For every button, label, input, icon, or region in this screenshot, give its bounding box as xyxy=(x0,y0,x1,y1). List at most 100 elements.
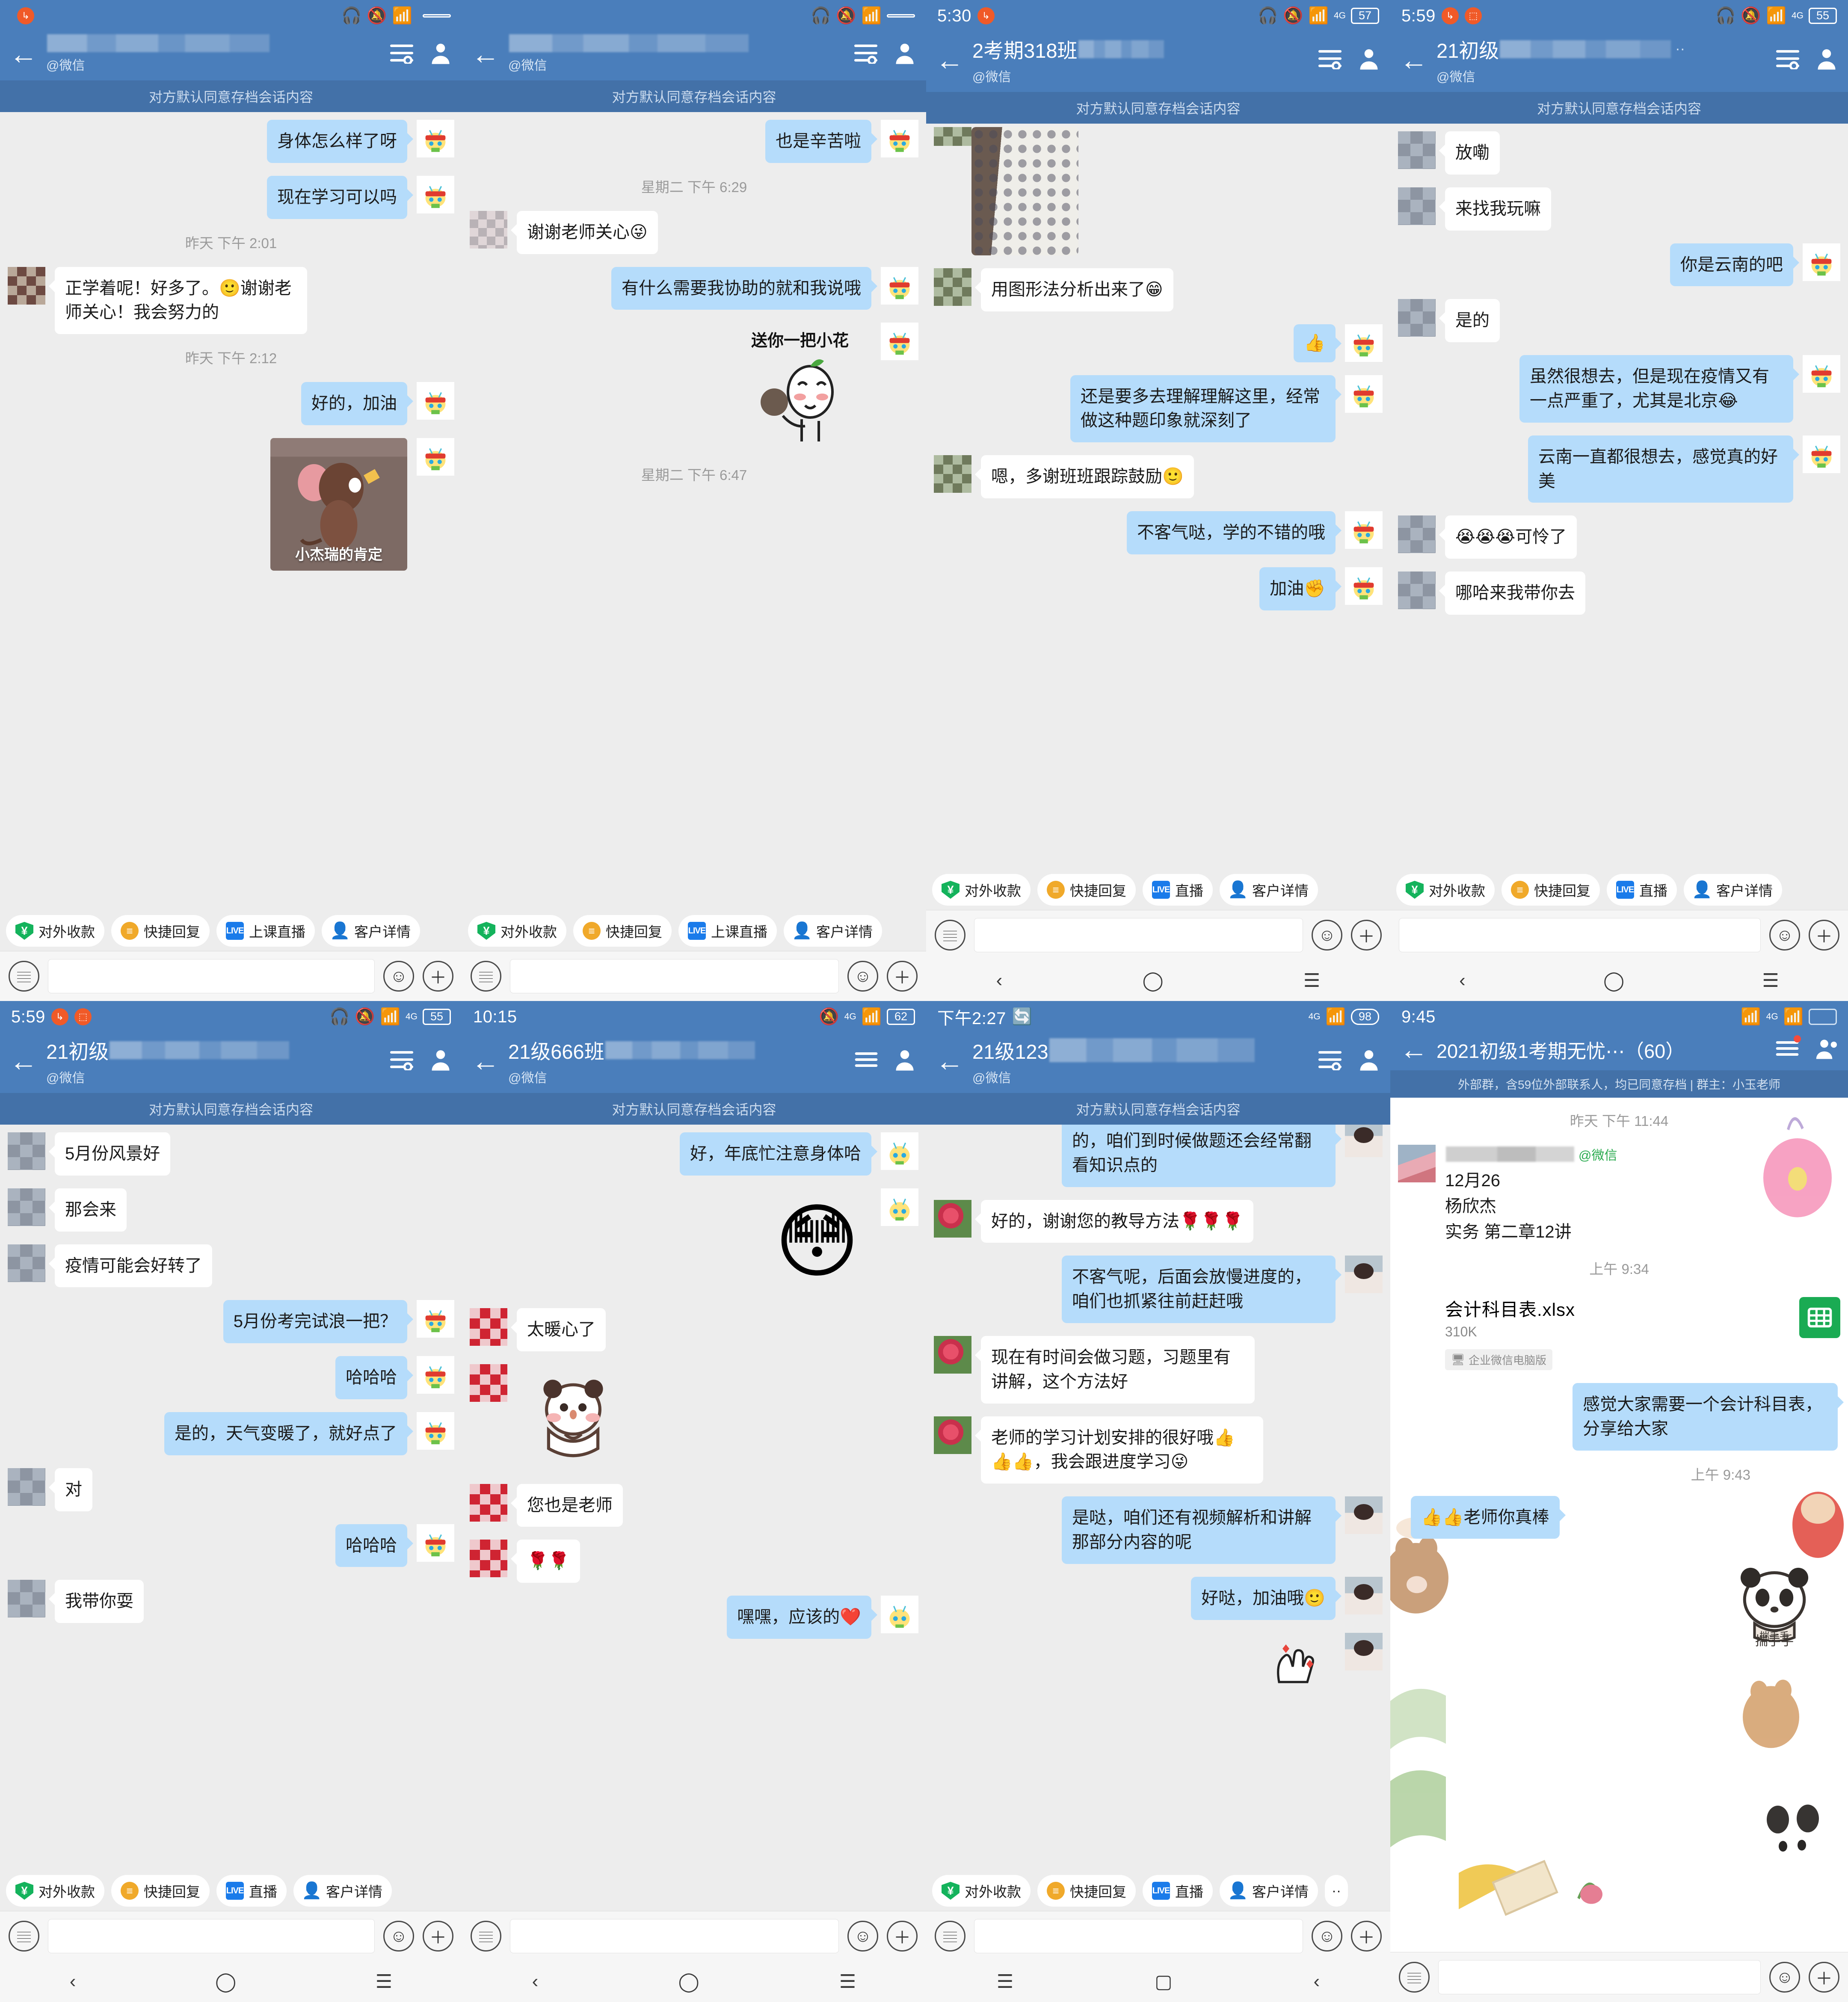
avatar[interactable] xyxy=(881,267,918,305)
message-row[interactable]: 小杰瑞的肯定 xyxy=(8,438,454,571)
message-row[interactable]: 哈哈哈 xyxy=(8,1524,454,1567)
avatar[interactable] xyxy=(1398,572,1436,610)
avatar[interactable] xyxy=(1345,1632,1383,1670)
message-row[interactable]: 也是辛苦啦 xyxy=(470,120,918,163)
quick-action-customer[interactable]: 👤 客户详情 xyxy=(1220,874,1318,906)
voice-input-icon[interactable]: 𝄙 xyxy=(935,920,965,951)
message-bubble[interactable]: 好的，谢谢您的教导方法🌹🌹🌹 xyxy=(974,1199,1254,1243)
message-row[interactable] xyxy=(934,1632,1383,1688)
quick-action-live[interactable]: LIVE 直播 xyxy=(1607,874,1677,906)
nav-home-icon[interactable]: ◯ xyxy=(678,1971,699,1993)
nav-recents-icon[interactable]: ☰ xyxy=(839,1971,856,1993)
android-navbar-3[interactable]: ‹ ◯ ☰ xyxy=(926,960,1390,1001)
message-row[interactable] xyxy=(470,1364,918,1471)
message-bubble[interactable]: 的，咱们到时候做题还会经常翻看知识点的 xyxy=(1062,1125,1342,1187)
quick-action-customer[interactable]: 👤 客户详情 xyxy=(322,915,420,947)
back-button[interactable]: ← xyxy=(9,40,43,68)
avatar[interactable] xyxy=(934,268,971,306)
avatar[interactable] xyxy=(1345,511,1383,549)
emoji-icon[interactable]: ☺ xyxy=(383,961,414,992)
avatar[interactable] xyxy=(417,438,454,476)
input-bar-5[interactable]: 𝄙 ☺ ＋ xyxy=(0,1911,462,1961)
message-row[interactable]: 会计科目表.xlsx 310K 🖥 企业微信电脑版 xyxy=(1398,1293,1840,1370)
avatar[interactable] xyxy=(881,1132,918,1170)
quick-action-pay[interactable]: ¥ 对外收款 xyxy=(932,874,1031,906)
message-card[interactable]: @微信 12月26 杨欣杰 实务 第二章12讲 xyxy=(1445,1145,1617,1245)
quick-action-live[interactable]: LIVE 直播 xyxy=(216,1875,287,1907)
quick-action-live[interactable]: LIVE 上课直播 xyxy=(678,915,777,947)
avatar[interactable] xyxy=(8,267,45,305)
message-bubble[interactable]: 身体怎么样了呀 xyxy=(267,120,413,163)
message-bubble[interactable]: 云南一直都很想去，感觉真的好美 xyxy=(1528,435,1799,503)
message-input[interactable] xyxy=(48,1919,375,1953)
message-row[interactable]: 5月份风景好 xyxy=(8,1132,454,1176)
message-row[interactable]: 是的 xyxy=(1398,299,1840,343)
input-bar-8[interactable]: 𝄙 ☺ ＋ xyxy=(1390,1952,1848,2002)
avatar[interactable] xyxy=(8,1188,45,1226)
avatar[interactable] xyxy=(417,120,454,157)
quick-action-customer[interactable]: 👤 客户详情 xyxy=(293,1875,392,1907)
message-row[interactable]: 云南一直都很想去，感觉真的好美 xyxy=(1398,435,1840,503)
input-bar-4[interactable]: ☺ ＋ xyxy=(1390,910,1848,960)
quick-action-bar-3[interactable]: ¥ 对外收款 ≡ 快捷回复 LIVE 直播 👤 客户详情 xyxy=(926,868,1390,910)
message-bubble[interactable]: 好哒，加油哦🙂 xyxy=(1191,1576,1342,1620)
message-bubble[interactable]: 有什么需要我协助的就和我说哦 xyxy=(611,267,877,310)
message-row[interactable]: 用图形法分析出来了😁 xyxy=(934,268,1383,311)
avatar[interactable] xyxy=(1345,1576,1383,1614)
quick-action-pay[interactable]: ¥ 对外收款 xyxy=(932,1875,1031,1907)
message-row[interactable]: 太暖心了 xyxy=(470,1308,918,1351)
photo-message[interactable] xyxy=(971,127,1078,255)
nav-home-icon[interactable]: ▢ xyxy=(1155,1971,1173,1993)
message-row[interactable]: 不客气哒，学的不错的哦 xyxy=(934,511,1383,554)
message-bubble[interactable]: 老师的学习计划安排的很好哦👍👍👍，我会跟进度学习😜 xyxy=(975,1416,1263,1484)
message-row[interactable]: 还是要多去理解理解这里，经常做这种题印象就深刻了 xyxy=(934,375,1383,443)
file-card[interactable]: 会计科目表.xlsx 310K xyxy=(1445,1293,1840,1342)
message-row[interactable]: 你是云南的吧 xyxy=(1398,243,1840,287)
message-bubble[interactable]: 太暖心了 xyxy=(511,1308,606,1351)
message-bubble[interactable]: 是的，天气变暖了，就好点了 xyxy=(164,1412,413,1455)
message-row[interactable]: 来找我玩嘛 xyxy=(1398,187,1840,231)
voice-input-icon[interactable]: 𝄙 xyxy=(9,961,39,992)
more-icon[interactable]: ＋ xyxy=(1809,1962,1839,1993)
message-bubble[interactable]: 是的 xyxy=(1439,299,1500,343)
filter-icon[interactable] xyxy=(1775,48,1800,71)
message-bubble[interactable]: 哪哈来我带你去 xyxy=(1439,572,1585,615)
more-icon[interactable]: ＋ xyxy=(423,961,453,992)
input-bar-1[interactable]: 𝄙 ☺ ＋ xyxy=(0,951,462,1001)
sticker-message[interactable]: 揣手手 揣手手 xyxy=(1719,1552,1830,1648)
avatar[interactable] xyxy=(8,1580,45,1618)
message-bubble[interactable]: 虽然很想去，但是现在疫情又有一点严重了，尤其是北京😂 xyxy=(1519,355,1799,423)
android-navbar-4[interactable]: ‹ ◯ ☰ xyxy=(1390,960,1848,1001)
avatar[interactable] xyxy=(934,127,971,146)
avatar[interactable] xyxy=(881,1596,918,1634)
message-list-7[interactable]: 的，咱们到时候做题还会经常翻看知识点的 好的，谢谢您的教导方法🌹🌹🌹 不客气呢，… xyxy=(926,1125,1390,1869)
sticker-message[interactable] xyxy=(518,1364,629,1471)
message-input[interactable] xyxy=(974,918,1303,952)
message-bubble[interactable]: 我带你耍 xyxy=(49,1580,144,1623)
message-bubble[interactable]: 嗯，多谢班班跟踪鼓励🙂 xyxy=(975,455,1194,498)
nav-recents-icon[interactable]: ☰ xyxy=(1303,970,1320,992)
nav-home-icon[interactable]: ◯ xyxy=(215,1971,236,1993)
android-navbar-7[interactable]: ☰ ▢ ‹ xyxy=(926,1961,1390,2002)
avatar[interactable] xyxy=(470,1364,507,1402)
nav-recents-icon[interactable]: ☰ xyxy=(376,1971,392,1993)
message-list-2[interactable]: 也是辛苦啦 星期二 下午 6:29 谢谢老师关心😜 有什么需要我协助的就和我说哦… xyxy=(462,112,926,909)
back-button[interactable]: ← xyxy=(9,1047,43,1075)
avatar[interactable] xyxy=(934,1416,971,1454)
avatar[interactable] xyxy=(1398,515,1436,554)
message-row[interactable]: 好，年底忙注意身体哈 xyxy=(470,1132,918,1176)
quick-action-overflow[interactable]: ·· xyxy=(1325,1875,1348,1907)
avatar[interactable] xyxy=(417,1412,454,1450)
avatar[interactable] xyxy=(1345,375,1383,413)
message-row[interactable]: 😭😭😭可怜了 xyxy=(1398,515,1840,559)
quick-action-quick-reply[interactable]: ≡ 快捷回复 xyxy=(1037,1875,1136,1907)
sticker-message[interactable] xyxy=(1258,1633,1335,1688)
avatar[interactable] xyxy=(417,382,454,420)
message-bubble[interactable]: 😭😭😭可怜了 xyxy=(1439,515,1577,559)
message-bubble[interactable]: 你是云南的吧 xyxy=(1670,243,1799,287)
avatar[interactable] xyxy=(417,1524,454,1562)
more-icon[interactable]: ＋ xyxy=(1351,920,1382,951)
message-input[interactable] xyxy=(48,959,375,993)
back-button[interactable]: ← xyxy=(471,1047,505,1075)
message-bubble[interactable]: 正学着呢！好多了。🙂谢谢老师关心！我会努力的 xyxy=(49,267,307,335)
